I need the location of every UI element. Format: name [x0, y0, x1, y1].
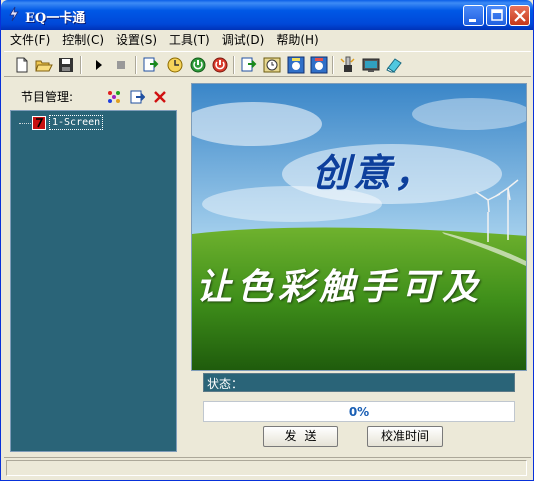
menu-debug[interactable]: 调试(D): [216, 30, 271, 50]
window-status-bar: [4, 457, 531, 477]
calibrate-time-button[interactable]: 校准时间: [367, 426, 443, 447]
stop-icon[interactable]: [112, 56, 130, 74]
new-file-icon[interactable]: [13, 56, 31, 74]
status-bar-panel: [6, 460, 527, 476]
status-label: 状态：: [207, 377, 244, 391]
tree-node-screen[interactable]: 1-Screen: [49, 115, 104, 130]
add-program-icon[interactable]: [106, 89, 122, 105]
save-icon[interactable]: [57, 56, 75, 74]
close-button[interactable]: [509, 5, 530, 26]
clock-icon[interactable]: [166, 56, 184, 74]
program-properties-icon[interactable]: [129, 89, 145, 105]
eraser-icon[interactable]: [385, 56, 403, 74]
preview-background: [192, 84, 526, 370]
toolbar-separator: [332, 56, 334, 74]
delete-icon[interactable]: [152, 89, 168, 105]
toolbar-separator: [233, 56, 235, 74]
monitor-icon[interactable]: [362, 56, 380, 74]
slogan-line-1: 创意，: [312, 150, 436, 195]
brightness-icon[interactable]: [287, 56, 305, 74]
slogan-line-2: 让色彩触手可及: [196, 266, 484, 308]
close-icon: [514, 10, 526, 22]
window-title: EQ一卡通: [25, 11, 86, 26]
power-on-icon[interactable]: [189, 56, 207, 74]
preview-image: 创意， 让色彩触手可及: [191, 83, 527, 371]
program-manager-label: 节目管理:: [21, 90, 74, 104]
title-bar[interactable]: EQ一卡通: [1, 0, 533, 30]
minimize-icon: [469, 19, 476, 22]
timer-icon[interactable]: [263, 56, 281, 74]
minimize-button[interactable]: [463, 5, 484, 26]
toolbar: [4, 51, 531, 77]
program-tree[interactable]: 1-Screen: [10, 110, 177, 452]
brush-icon[interactable]: [339, 56, 357, 74]
open-folder-icon[interactable]: [35, 56, 53, 74]
toolbar-separator: [80, 56, 82, 74]
send-to-screen-icon[interactable]: [142, 56, 160, 74]
screen-node-icon: [32, 116, 46, 130]
program-manager-header: 节目管理:: [11, 86, 181, 106]
maximize-icon: [491, 9, 503, 21]
brightness-schedule-icon[interactable]: [310, 56, 328, 74]
tree-connector-line: [19, 123, 33, 124]
app-icon: [9, 6, 19, 22]
menu-file[interactable]: 文件(F): [4, 30, 56, 50]
menu-help[interactable]: 帮助(H): [270, 30, 324, 50]
progress-percent: 0%: [348, 405, 370, 419]
play-icon[interactable]: [90, 56, 108, 74]
maximize-button[interactable]: [486, 5, 507, 26]
status-field: 状态：: [203, 373, 515, 392]
menu-tools[interactable]: 工具(T): [163, 30, 216, 50]
menu-bar: 文件(F) 控制(C) 设置(S) 工具(T) 调试(D) 帮助(H): [4, 30, 531, 50]
menu-settings[interactable]: 设置(S): [110, 30, 163, 50]
power-off-icon[interactable]: [211, 56, 229, 74]
menu-control[interactable]: 控制(C): [56, 30, 110, 50]
progress-bar: 0%: [203, 401, 515, 422]
upload-icon[interactable]: [240, 56, 258, 74]
toolbar-separator: [135, 56, 137, 74]
main-window: EQ一卡通 文件(F) 控制(C) 设置(S) 工具(T) 调试(D) 帮助(H…: [0, 0, 534, 481]
send-button[interactable]: 发送: [263, 426, 338, 447]
